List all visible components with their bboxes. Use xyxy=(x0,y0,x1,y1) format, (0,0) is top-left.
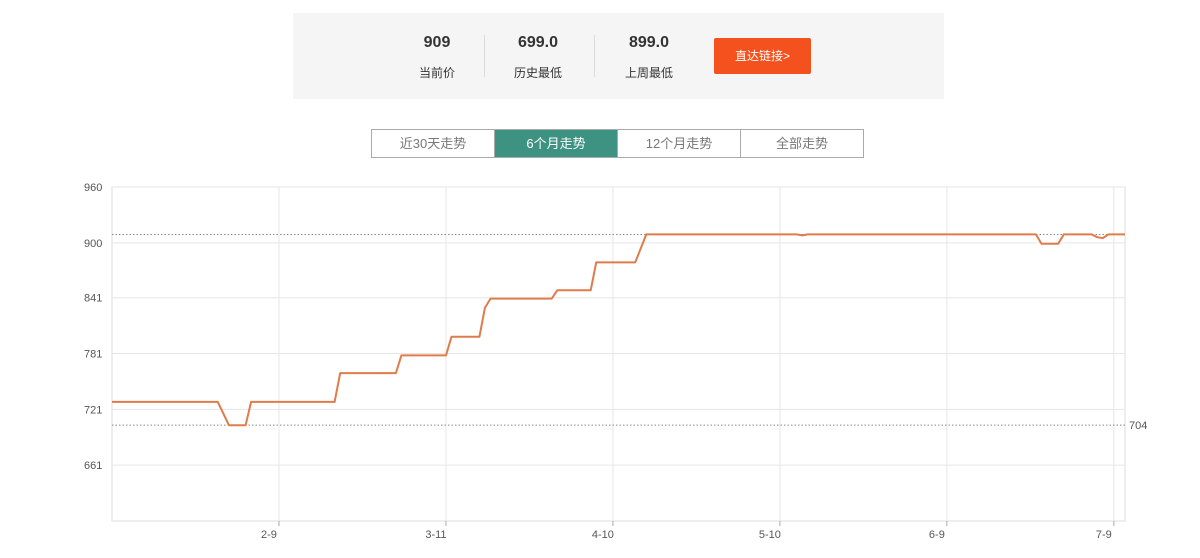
y-tick-label: 960 xyxy=(84,182,102,194)
x-tick-label: 7-9 xyxy=(1096,529,1112,541)
x-tick-label: 4-10 xyxy=(592,529,614,541)
y-tick-label: 841 xyxy=(84,293,102,305)
x-tick-label: 3-11 xyxy=(425,529,446,541)
reference-line-label: 704 xyxy=(1129,420,1147,432)
y-tick-label: 721 xyxy=(84,404,102,416)
x-tick-label: 5-10 xyxy=(759,529,781,541)
price-series-line xyxy=(112,233,1125,427)
x-tick-label: 6-9 xyxy=(929,529,945,541)
y-tick-label: 781 xyxy=(84,349,102,361)
x-tick-label: 2-9 xyxy=(261,529,277,541)
price-trend-chart: 661 721 781 841 900 960 2-9 3-11 4-10 5-10 6-9 7-9 7… xyxy=(84,182,1147,541)
y-tick-label: 661 xyxy=(84,460,102,472)
y-tick-label: 900 xyxy=(84,238,102,250)
